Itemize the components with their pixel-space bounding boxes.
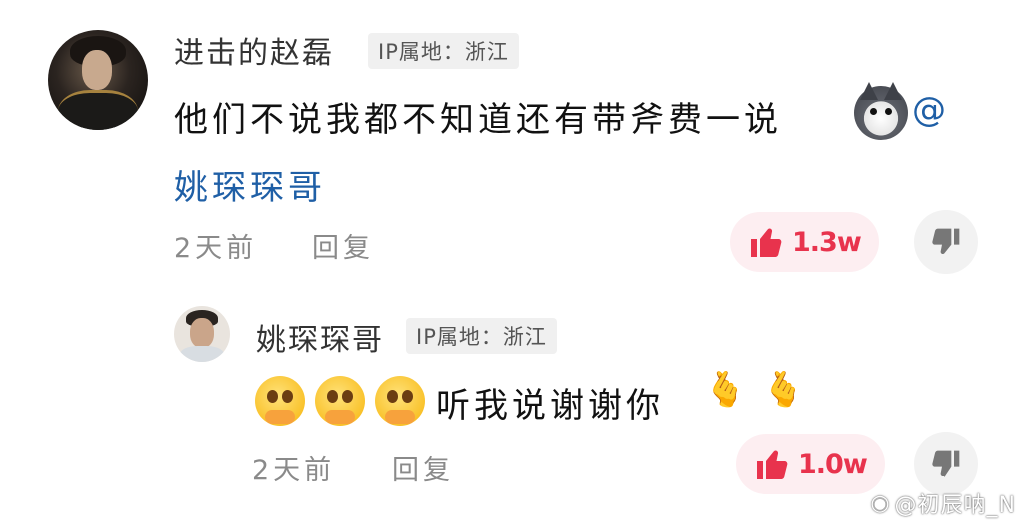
reply-like-count: 1.0w (798, 448, 868, 480)
like-count: 1.3w (792, 226, 862, 258)
finger-heart-icon: 🫰 (762, 370, 805, 410)
avatar[interactable] (48, 30, 148, 130)
weibo-watermark: ◉ @初辰呐_N (870, 487, 1016, 519)
comment-text: 他们不说我都不知道还有带斧费一说 (174, 100, 782, 140)
reply-ip-location-tag: IP属地：浙江 (406, 318, 557, 354)
thumbs-up-icon (757, 450, 788, 479)
mention-link[interactable]: 姚琛琛哥 (174, 160, 326, 209)
thumbs-down-icon (932, 450, 960, 477)
husky-emoji-icon (854, 82, 908, 140)
reply-reply-button[interactable]: 回复 (392, 448, 454, 487)
finger-heart-icon: 🫰 (704, 370, 747, 410)
reply-username[interactable]: 姚琛琛哥 (256, 315, 384, 359)
dislike-button[interactable] (914, 210, 978, 274)
ip-location-tag: IP属地：浙江 (368, 33, 519, 69)
at-symbol: @ (912, 90, 950, 130)
comment-time: 2天前 (174, 233, 258, 264)
reply-button[interactable]: 回复 (312, 226, 374, 265)
watermark-text: @初辰呐_N (894, 493, 1016, 518)
reply-time: 2天前 (252, 455, 336, 486)
pleading-face-icon (315, 376, 365, 426)
pleading-face-icon (255, 376, 305, 426)
pleading-face-icon (375, 376, 425, 426)
reply-avatar[interactable] (174, 306, 230, 362)
comment-username[interactable]: 进击的赵磊 (174, 28, 334, 72)
like-button[interactable]: 1.3w (730, 212, 879, 272)
reply-like-button[interactable]: 1.0w (736, 434, 885, 494)
weibo-logo-icon: ◉ (870, 490, 891, 516)
thumbs-up-icon (751, 228, 782, 257)
thumbs-down-icon (932, 228, 960, 254)
reply-text: 听我说谢谢你 (436, 386, 664, 426)
comment-thread: 进击的赵磊 IP属地：浙江 他们不说我都不知道还有带斧费一说 @ 姚琛琛哥 2天… (0, 0, 1024, 527)
